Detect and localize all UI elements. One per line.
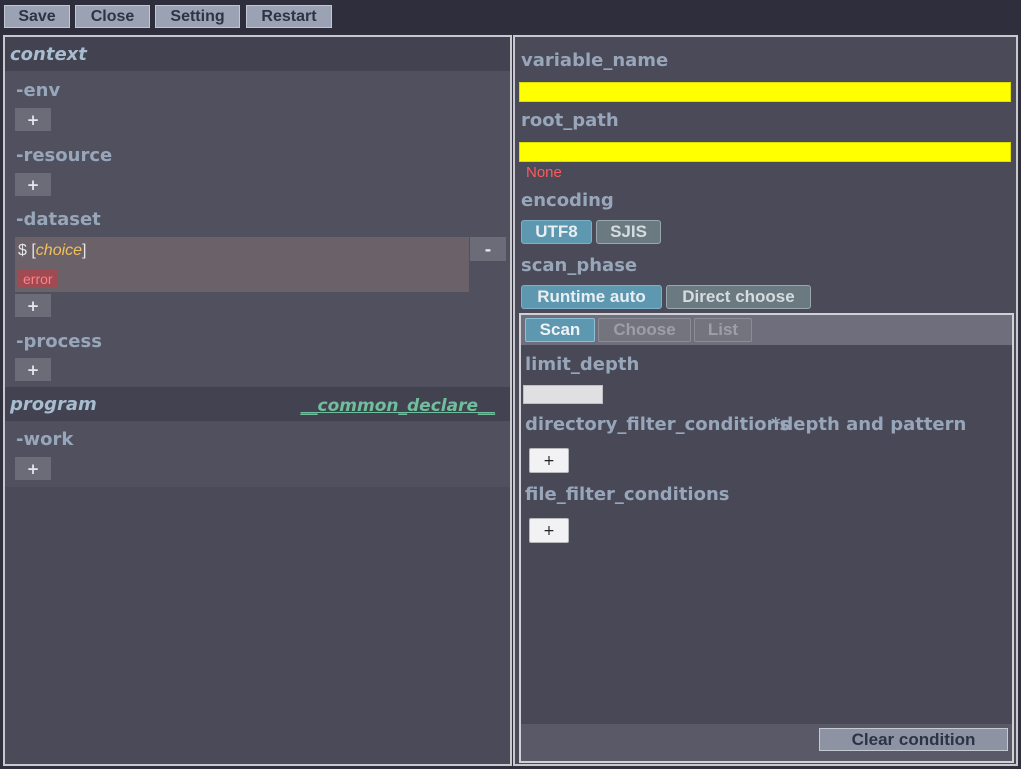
resource-add-button[interactable]: + bbox=[15, 173, 51, 196]
error-badge: error bbox=[18, 270, 58, 288]
root-path-input[interactable] bbox=[519, 142, 1011, 162]
choice-placeholder[interactable]: choice bbox=[36, 242, 82, 259]
program-block: -work + bbox=[5, 421, 510, 487]
close-button[interactable]: Close bbox=[75, 5, 150, 28]
dataset-label: -dataset bbox=[16, 209, 101, 230]
process-add-button[interactable]: + bbox=[15, 358, 51, 381]
context-block: -env + -resource + -dataset $ [choice] e… bbox=[5, 71, 510, 387]
scan-settings-panel: Scan Choose List limit_depth directory_f… bbox=[519, 313, 1014, 763]
file-filter-label: file_filter_conditions bbox=[525, 484, 730, 505]
scan-phase-direct-choose-option[interactable]: Direct choose bbox=[666, 285, 811, 309]
encoding-utf8-option[interactable]: UTF8 bbox=[521, 220, 592, 244]
directory-filter-add-button[interactable]: + bbox=[529, 448, 569, 473]
context-header: context bbox=[5, 37, 510, 71]
left-panel: context -env + -resource + -dataset $ [c… bbox=[3, 35, 512, 766]
save-button[interactable]: Save bbox=[4, 5, 70, 28]
env-label: -env bbox=[16, 80, 61, 101]
root-path-error: None bbox=[526, 164, 562, 181]
encoding-label: encoding bbox=[521, 190, 614, 211]
env-add-button[interactable]: + bbox=[15, 108, 51, 131]
process-label: -process bbox=[16, 331, 102, 352]
dataset-item-text[interactable]: $ [choice] bbox=[18, 242, 87, 260]
right-panel: variable_name root_path None encoding UT… bbox=[513, 35, 1018, 766]
tab-choose[interactable]: Choose bbox=[598, 318, 691, 342]
scan-phase-runtime-auto-option[interactable]: Runtime auto bbox=[521, 285, 662, 309]
tab-scan[interactable]: Scan bbox=[525, 318, 595, 342]
sub-panel-footer: Clear condition bbox=[521, 724, 1012, 761]
context-title: context bbox=[10, 44, 87, 65]
tab-list[interactable]: List bbox=[694, 318, 752, 342]
clear-condition-button[interactable]: Clear condition bbox=[819, 728, 1008, 751]
work-label: -work bbox=[16, 429, 74, 450]
toolbar: Save Close Setting Restart bbox=[0, 0, 1021, 32]
limit-depth-label: limit_depth bbox=[525, 354, 640, 375]
dataset-item: $ [choice] error bbox=[15, 237, 469, 292]
program-title: program bbox=[10, 394, 97, 415]
restart-button[interactable]: Restart bbox=[246, 5, 332, 28]
work-add-button[interactable]: + bbox=[15, 457, 51, 480]
resource-label: -resource bbox=[16, 145, 113, 166]
encoding-sjis-option[interactable]: SJIS bbox=[596, 220, 661, 244]
root-path-label: root_path bbox=[521, 110, 619, 131]
dataset-add-button[interactable]: + bbox=[15, 294, 51, 317]
dataset-remove-button[interactable]: - bbox=[470, 237, 506, 261]
scan-phase-label: scan_phase bbox=[521, 255, 638, 276]
setting-button[interactable]: Setting bbox=[155, 5, 240, 28]
variable-name-label: variable_name bbox=[521, 50, 669, 71]
program-header: program __common_declare__ bbox=[5, 387, 510, 421]
directory-filter-note: *depth and pattern bbox=[771, 414, 967, 435]
limit-depth-input[interactable] bbox=[523, 385, 603, 404]
directory-filter-label: directory_filter_conditions bbox=[525, 414, 791, 435]
common-declare-link[interactable]: __common_declare__ bbox=[301, 396, 495, 416]
file-filter-add-button[interactable]: + bbox=[529, 518, 569, 543]
variable-name-input[interactable] bbox=[519, 82, 1011, 102]
sub-tab-bar: Scan Choose List bbox=[521, 315, 1012, 345]
